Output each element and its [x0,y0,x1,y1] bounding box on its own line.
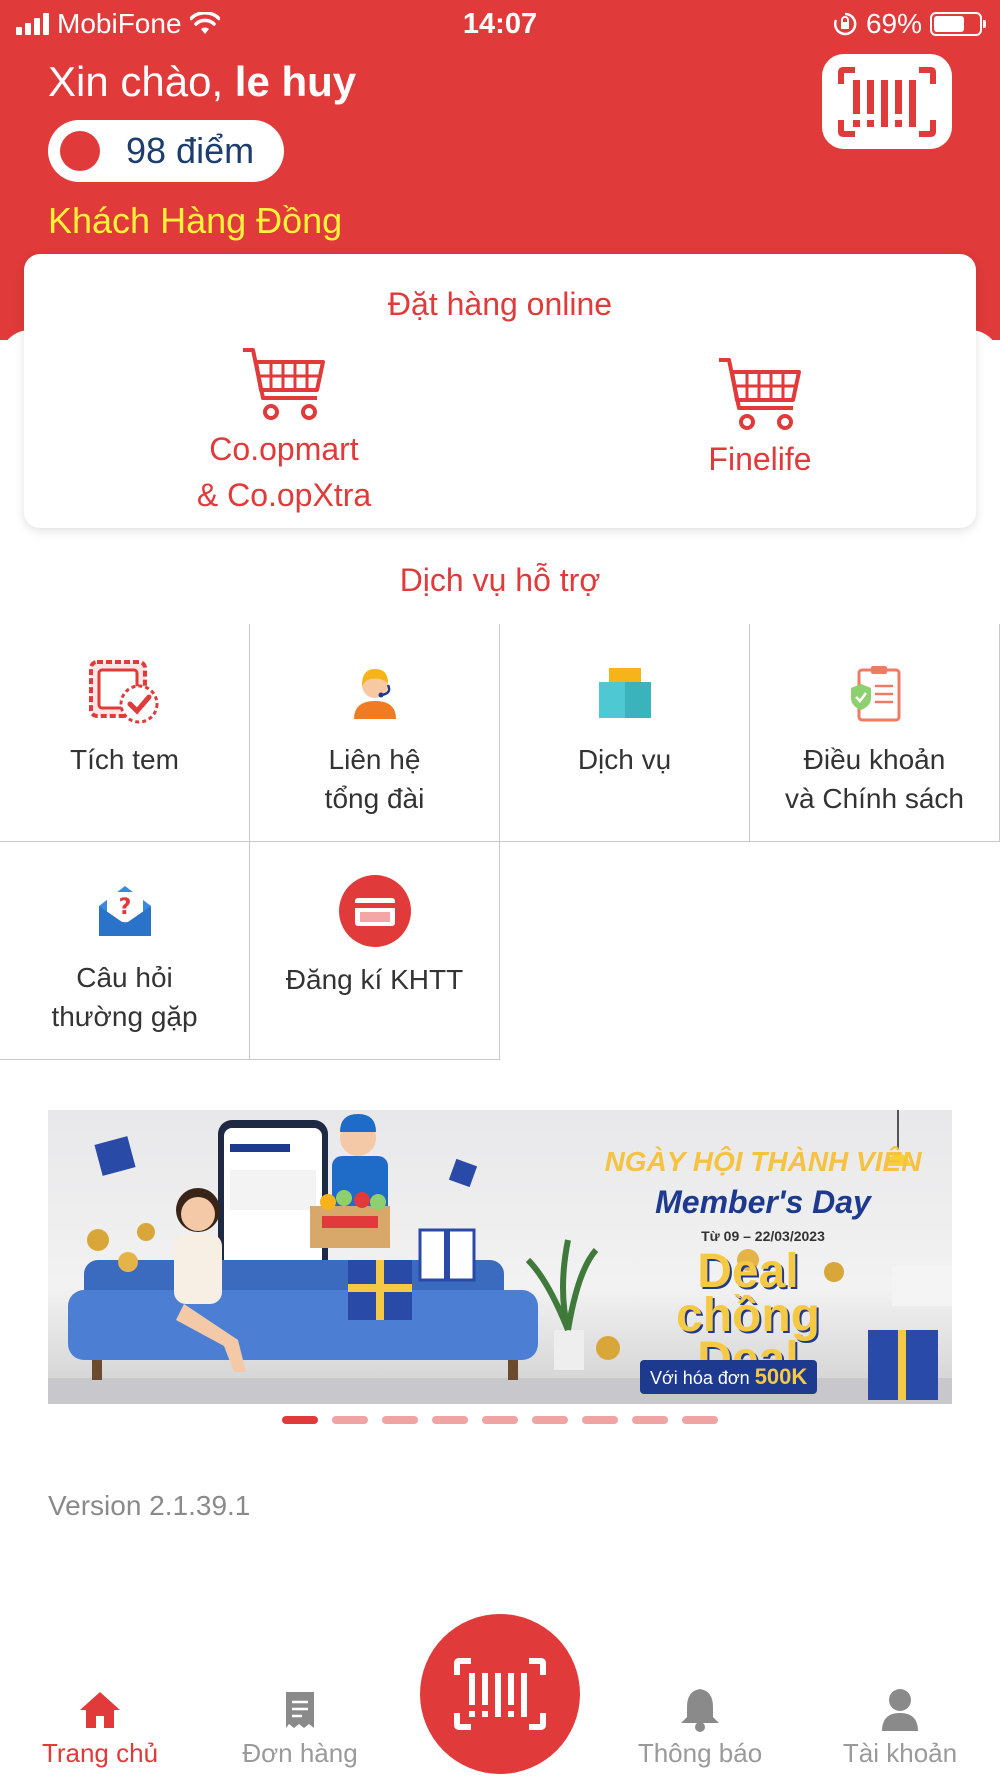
order-online-card: Đặt hàng online Co.opmart & Co.opXtra Fi… [24,254,976,528]
policy-icon [850,666,900,722]
service-label: Đăng kí KHTT [285,964,464,995]
service-dieu-khoan[interactable]: Điều khoản và Chính sách [750,624,1000,842]
carousel-dot[interactable] [532,1416,568,1424]
offer-amount: 500K [754,1364,808,1389]
offer-text: Với hóa đơn [650,1368,750,1388]
banner-dates: Từ 09 – 22/03/2023 [701,1228,825,1244]
service-label: Liên hệ tổng đài [324,744,425,814]
greeting-prefix: Xin chào, [48,58,224,105]
tab-notifications[interactable]: Thông báo [620,1686,780,1769]
service-label: Điều khoản và Chính sách [785,744,964,814]
points-dot-icon [60,131,100,171]
barcode-button[interactable] [822,54,952,149]
service-label: Câu hỏi thường gặp [51,962,198,1032]
service-label: Tích tem [70,744,179,775]
tab-label: Tài khoản [842,1738,958,1768]
greeting: Xin chào, le huy [48,58,356,106]
user-name: le huy [234,58,357,105]
deal-line-1: Deal [697,1245,799,1298]
status-bar: MobiFone 14:07 69% [0,0,1000,52]
tab-label: Đơn hàng [242,1738,358,1768]
receipt-icon [286,1692,314,1728]
box-icon [598,668,651,718]
service-label: Dịch vụ [577,744,672,775]
banner-subtitle: Member's Day [655,1184,871,1220]
battery-percent: 69% [865,8,922,39]
service-dich-vu[interactable]: Dịch vụ [500,624,750,842]
tab-label: Trang chủ [41,1738,159,1768]
finelife-label: Finelife [708,441,812,477]
battery-icon [930,12,986,36]
tab-account[interactable]: Tài khoản [820,1686,980,1769]
carousel-dot[interactable] [582,1416,618,1424]
deal-line-2: chồng [676,1289,820,1342]
points-pill[interactable]: 98 điểm [48,120,284,182]
app-version: Version 2.1.39.1 [48,1490,251,1521]
tab-home[interactable]: Trang chủ [20,1686,180,1769]
bell-icon [681,1689,719,1732]
coopmart-label-2: & Co.opXtra [196,477,372,513]
barcode-scan-icon [454,1658,546,1730]
promo-banner[interactable]: NGÀY HỘI THÀNH VIÊN Member's Day Từ 09 –… [48,1110,952,1404]
order-online-title: Đặt hàng online [387,286,613,322]
service-dang-ki-khtt[interactable]: Đăng kí KHTT [250,842,500,1060]
cart-icon [243,348,325,420]
service-cau-hoi[interactable]: ? Câu hỏi thường gặp [0,842,250,1060]
carousel-dot[interactable] [382,1416,418,1424]
carousel-dot[interactable] [432,1416,468,1424]
membership-tier: Khách Hàng Đồng [48,200,343,241]
stamp-icon [88,660,158,724]
order-finelife[interactable]: Finelife [640,356,880,482]
tab-label: Thông báo [637,1738,763,1768]
service-tich-tem[interactable]: Tích tem [0,624,250,842]
svg-text:?: ? [118,895,131,920]
barcode-icon [838,66,936,137]
services-title: Dịch vụ hỗ trợ [399,562,601,598]
rotation-lock-icon [833,12,857,36]
member-card-icon [338,875,411,947]
cart-icon [719,358,801,430]
carousel-dot[interactable] [632,1416,668,1424]
carousel-dot[interactable] [332,1416,368,1424]
faq-envelope-icon: ? [98,886,151,936]
banner-offer: Với hóa đơn 500K [640,1360,818,1394]
carousel-dot[interactable] [482,1416,518,1424]
scan-button[interactable] [420,1614,580,1774]
coopmart-label-1: Co.opmart [209,431,359,467]
user-icon [882,1689,918,1731]
carousel-dot[interactable] [282,1416,318,1424]
order-coopmart[interactable]: Co.opmart & Co.opXtra [164,346,404,518]
banner-title: NGÀY HỘI THÀNH VIÊN [604,1146,922,1177]
carousel-dots [0,1416,1000,1424]
carousel-dot[interactable] [682,1416,718,1424]
home-icon [80,1692,120,1728]
tab-orders[interactable]: Đơn hàng [220,1686,380,1769]
service-lien-he[interactable]: Liên hệ tổng đài [250,624,500,842]
call-center-icon [353,669,396,719]
points-value: 98 điểm [126,130,255,171]
